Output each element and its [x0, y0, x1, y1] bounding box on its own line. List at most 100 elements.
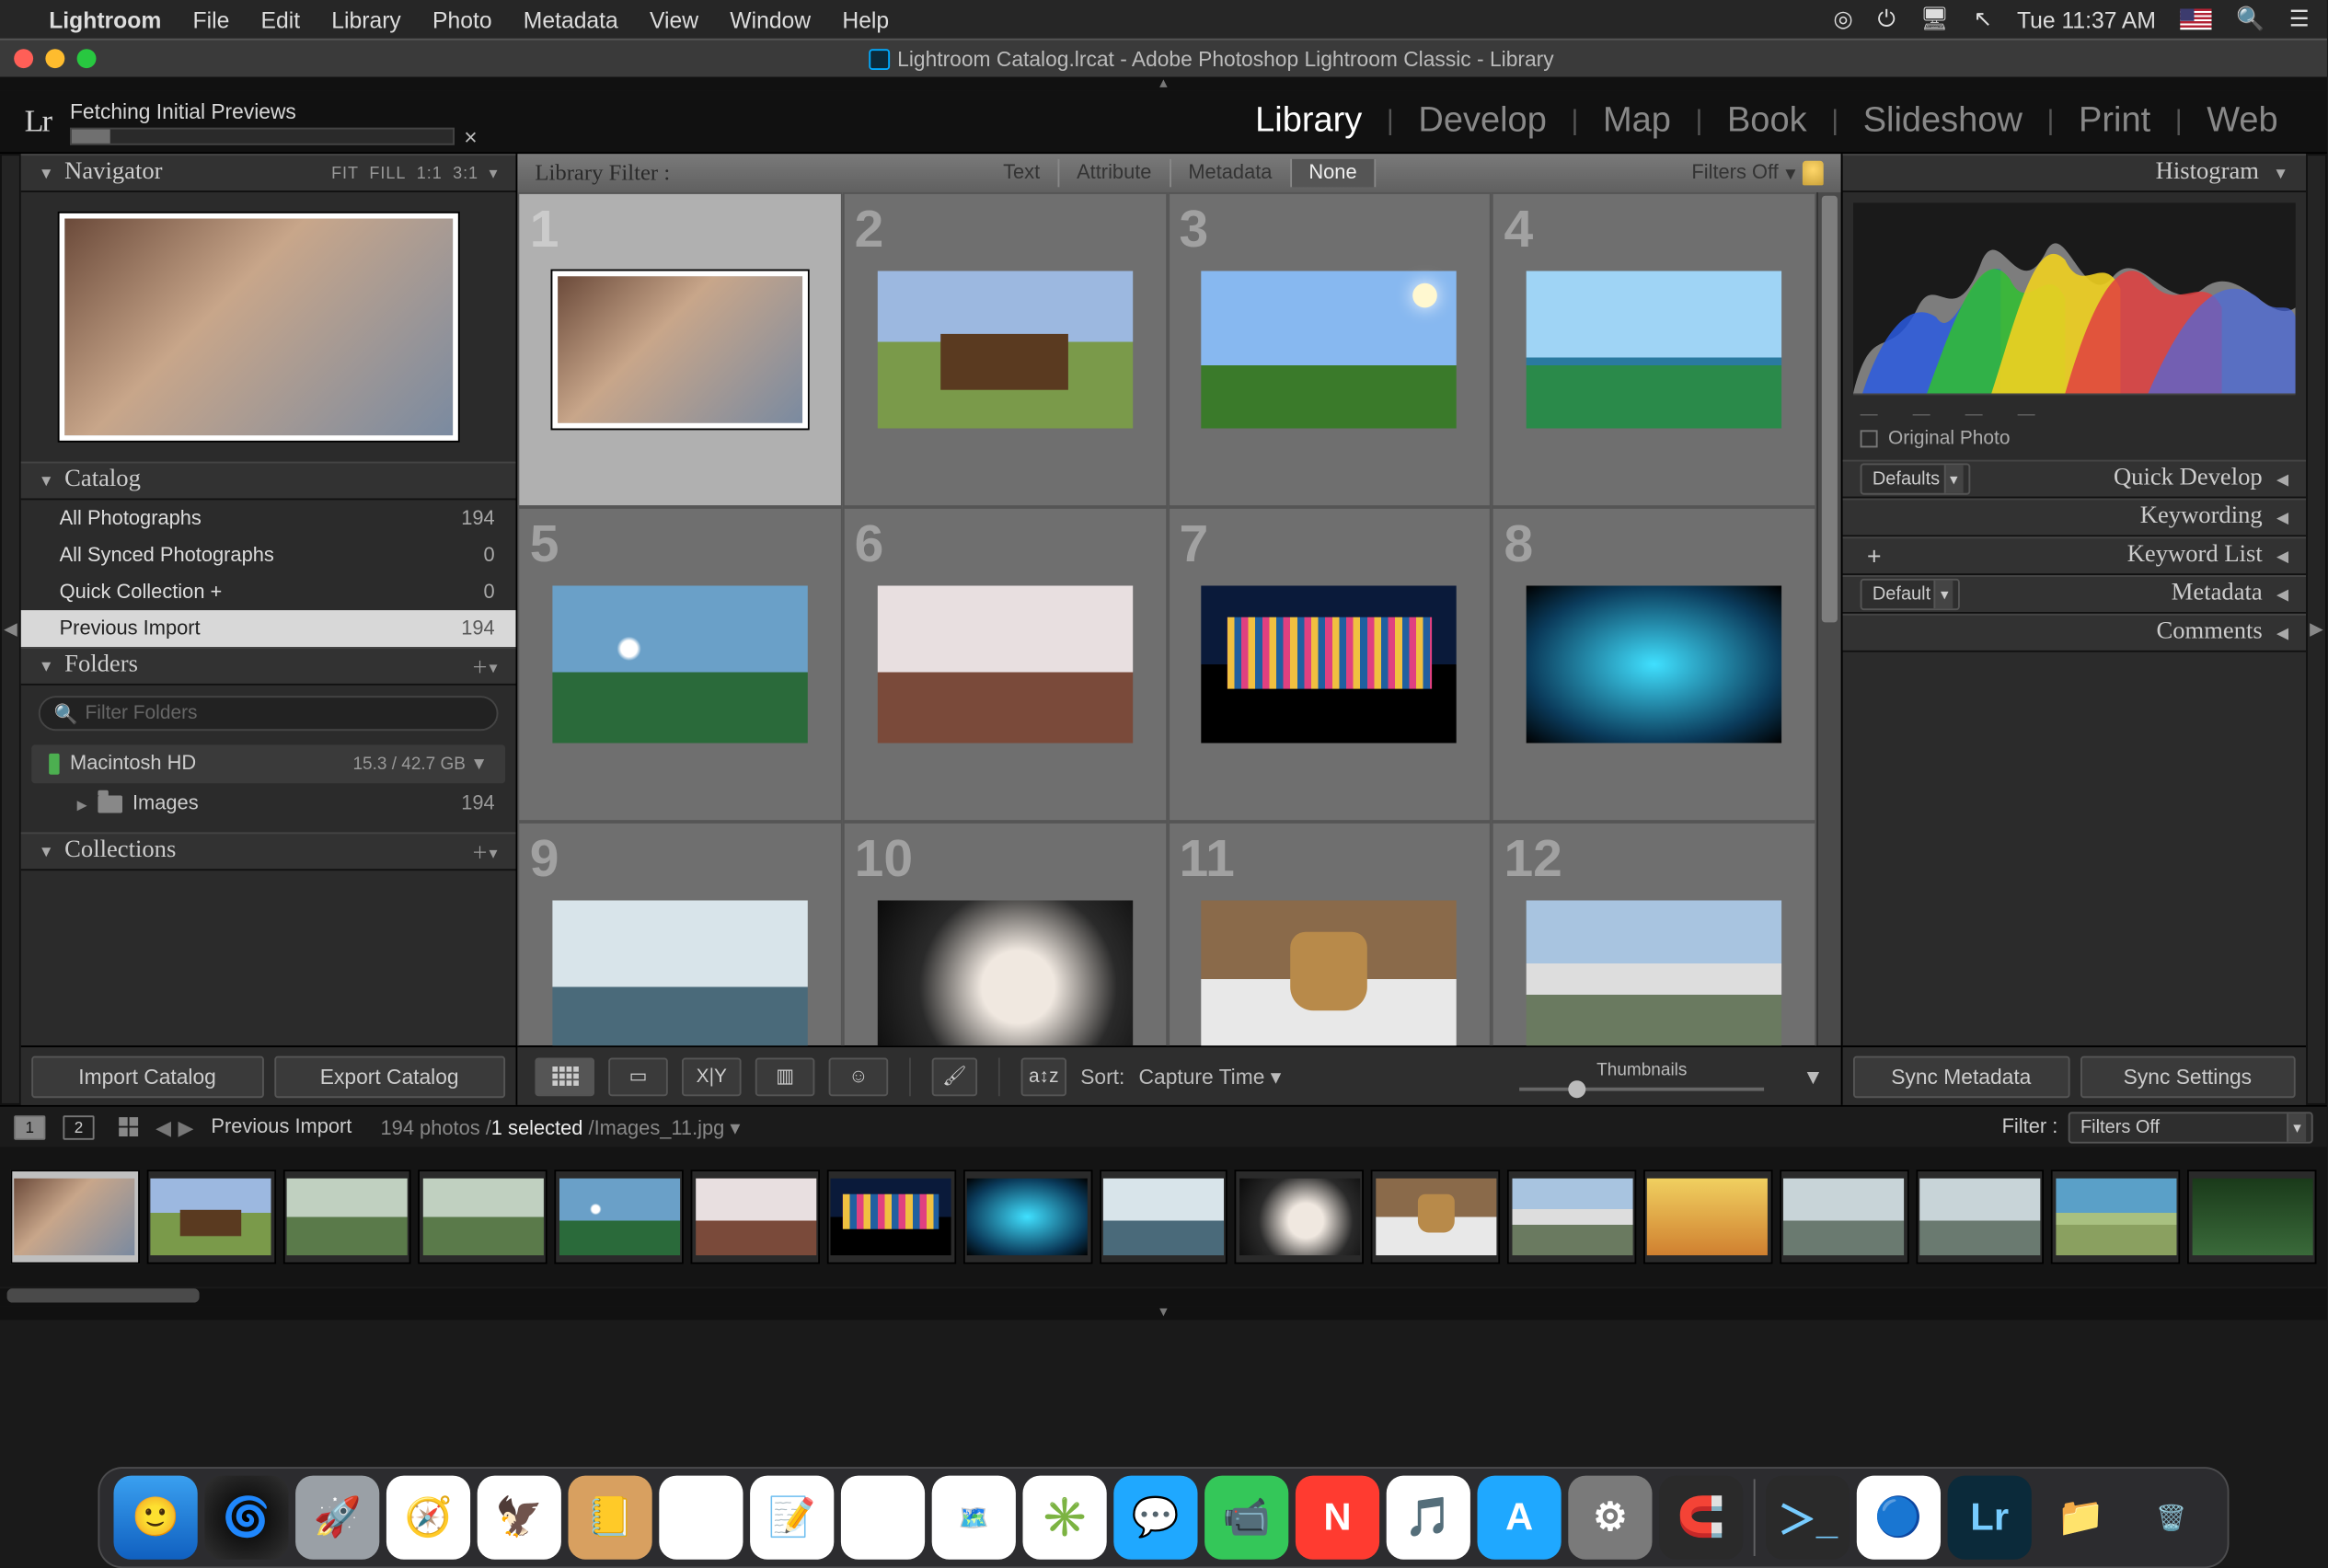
- menu-help[interactable]: Help: [842, 6, 889, 32]
- dock-trash[interactable]: 🗑️: [2129, 1476, 2213, 1560]
- grid-cell[interactable]: 5: [517, 507, 842, 822]
- survey-view-button[interactable]: ▥: [755, 1057, 815, 1096]
- thumbnail[interactable]: [1527, 901, 1781, 1046]
- catalog-row[interactable]: All Synced Photographs0: [21, 536, 516, 573]
- filmstrip-cell[interactable]: [1780, 1170, 1908, 1264]
- comments-header[interactable]: Comments ◀: [1843, 614, 2306, 652]
- filmstrip-cell[interactable]: [2187, 1170, 2316, 1264]
- dock-reminders[interactable]: ☑︎: [841, 1476, 925, 1560]
- thumbnail[interactable]: [1527, 586, 1781, 744]
- thumbnail[interactable]: [1202, 586, 1457, 744]
- filmstrip-cell[interactable]: [827, 1170, 956, 1264]
- grid-view-button[interactable]: [535, 1057, 594, 1096]
- filmstrip-cell[interactable]: [963, 1170, 1092, 1264]
- window-close[interactable]: [14, 49, 33, 68]
- filmstrip[interactable]: [0, 1147, 2327, 1286]
- app-menu[interactable]: Lightroom: [49, 6, 161, 32]
- compare-view-button[interactable]: X|Y: [682, 1057, 742, 1096]
- thumbnail[interactable]: [1202, 271, 1457, 429]
- module-develop[interactable]: Develop: [1394, 101, 1572, 142]
- thumbnail[interactable]: [552, 586, 807, 744]
- grid-cell[interactable]: 4: [1492, 192, 1816, 507]
- dock-calendar[interactable]: 11: [659, 1476, 743, 1560]
- keywording-header[interactable]: Keywording ◀: [1843, 499, 2306, 537]
- sync-metadata-button[interactable]: Sync Metadata: [1853, 1055, 2069, 1098]
- dock-siri[interactable]: 🌀: [204, 1476, 288, 1560]
- keyword-add-icon[interactable]: +: [1861, 542, 1888, 570]
- dock-appstore[interactable]: A: [1478, 1476, 1562, 1560]
- grid-scrollbar[interactable]: [1816, 192, 1841, 1045]
- filmstrip-cell[interactable]: [2052, 1170, 2181, 1264]
- menu-view[interactable]: View: [650, 6, 698, 32]
- menu-metadata[interactable]: Metadata: [524, 6, 618, 32]
- filmstrip-cell[interactable]: [419, 1170, 547, 1264]
- activity-cancel[interactable]: ×: [464, 123, 477, 150]
- module-print[interactable]: Print: [2054, 101, 2174, 142]
- sort-menu[interactable]: Capture Time ▾: [1139, 1064, 1282, 1089]
- menu-window[interactable]: Window: [730, 6, 811, 32]
- dock-lightroom[interactable]: Lr: [1948, 1476, 2032, 1560]
- catalog-header[interactable]: ▼ Catalog: [21, 462, 516, 501]
- catalog-row[interactable]: All Photographs194: [21, 500, 516, 536]
- dock-magnet[interactable]: 🧲: [1659, 1476, 1743, 1560]
- catalog-row[interactable]: Quick Collection +0: [21, 573, 516, 610]
- dock-finder[interactable]: 🙂: [114, 1476, 198, 1560]
- dock-maps[interactable]: 🗺️: [932, 1476, 1016, 1560]
- people-view-button[interactable]: ☺: [829, 1057, 889, 1096]
- thumbnail[interactable]: [552, 271, 807, 429]
- nav-custom[interactable]: 3:1: [453, 164, 478, 183]
- dock-terminal[interactable]: ＞_: [1766, 1476, 1850, 1560]
- left-panel-toggle[interactable]: ◀: [0, 154, 21, 1105]
- filmstrip-cell[interactable]: [1507, 1170, 1636, 1264]
- sync-settings-button[interactable]: Sync Settings: [2080, 1055, 2296, 1098]
- filmstrip-cell[interactable]: [1643, 1170, 1772, 1264]
- folders-header[interactable]: ▼ Folders ＋▾: [21, 647, 516, 686]
- top-panel-toggle[interactable]: ▴: [0, 77, 2327, 91]
- nav-zoom-dropdown-icon[interactable]: ▾: [489, 164, 498, 183]
- preset-dropdown[interactable]: Defaults: [1861, 464, 1970, 495]
- power-icon[interactable]: ⏻: [1877, 6, 1896, 33]
- grid-cell[interactable]: 7: [1167, 507, 1492, 822]
- histogram-display[interactable]: [1853, 202, 2296, 395]
- right-panel-toggle[interactable]: ▶: [2306, 154, 2327, 1105]
- displays-icon[interactable]: 🖥: [1920, 6, 1949, 33]
- nav-fill[interactable]: FILL: [369, 164, 406, 183]
- filmstrip-filter-dropdown[interactable]: Filters Off: [2069, 1111, 2313, 1142]
- thumbnail[interactable]: [877, 901, 1132, 1046]
- module-map[interactable]: Map: [1578, 101, 1695, 142]
- filmstrip-source[interactable]: Previous Import: [211, 1116, 352, 1137]
- filmstrip-cell[interactable]: [10, 1170, 139, 1264]
- filters-switch[interactable]: Filters Off: [1691, 163, 1778, 184]
- collections-header[interactable]: ▼ Collections ＋▾: [21, 832, 516, 870]
- navigator-preview[interactable]: [60, 213, 458, 441]
- spotlight-icon[interactable]: 🔍: [2236, 6, 2265, 33]
- dock-facetime[interactable]: 📹: [1204, 1476, 1288, 1560]
- grid-cell[interactable]: 12: [1492, 822, 1816, 1045]
- grid-cell[interactable]: 9: [517, 822, 842, 1045]
- cc-icon[interactable]: ◎: [1833, 6, 1853, 33]
- filmstrip-cell[interactable]: [1235, 1170, 1364, 1264]
- metadata-set-dropdown[interactable]: Default: [1861, 579, 1961, 610]
- metadata-header[interactable]: Default Metadata ◀: [1843, 575, 2306, 614]
- filmstrip-cell[interactable]: [1099, 1170, 1227, 1264]
- cursor-icon[interactable]: ↖: [1974, 6, 1993, 33]
- collections-add-icon[interactable]: ＋▾: [471, 839, 498, 864]
- filmstrip-cell[interactable]: [691, 1170, 820, 1264]
- volume-row[interactable]: Macintosh HD 15.3 / 42.7 GB ▼: [31, 744, 505, 783]
- export-catalog-button[interactable]: Export Catalog: [273, 1055, 505, 1098]
- dock-mail[interactable]: 🦅: [478, 1476, 561, 1560]
- grid-cell[interactable]: 10: [842, 822, 1167, 1045]
- thumbnail[interactable]: [1202, 901, 1457, 1046]
- grid-cell[interactable]: 6: [842, 507, 1167, 822]
- folder-row[interactable]: ▸ Images 194: [21, 787, 516, 822]
- navigator-header[interactable]: ▼ Navigator FIT FILL 1:1 3:1 ▾: [21, 154, 516, 192]
- filmstrip-cell[interactable]: [1916, 1170, 2045, 1264]
- main-window-button[interactable]: 1: [14, 1114, 45, 1139]
- dock-safari[interactable]: 🧭: [386, 1476, 470, 1560]
- filter-lock-icon[interactable]: [1803, 161, 1824, 186]
- control-center-icon[interactable]: ☰: [2289, 6, 2310, 33]
- painter-tool-button[interactable]: 🖌: [932, 1057, 977, 1096]
- toolbar-options-icon[interactable]: ▼: [1803, 1064, 1824, 1089]
- quick-develop-header[interactable]: Defaults Quick Develop ◀: [1843, 460, 2306, 499]
- module-slideshow[interactable]: Slideshow: [1838, 101, 2046, 142]
